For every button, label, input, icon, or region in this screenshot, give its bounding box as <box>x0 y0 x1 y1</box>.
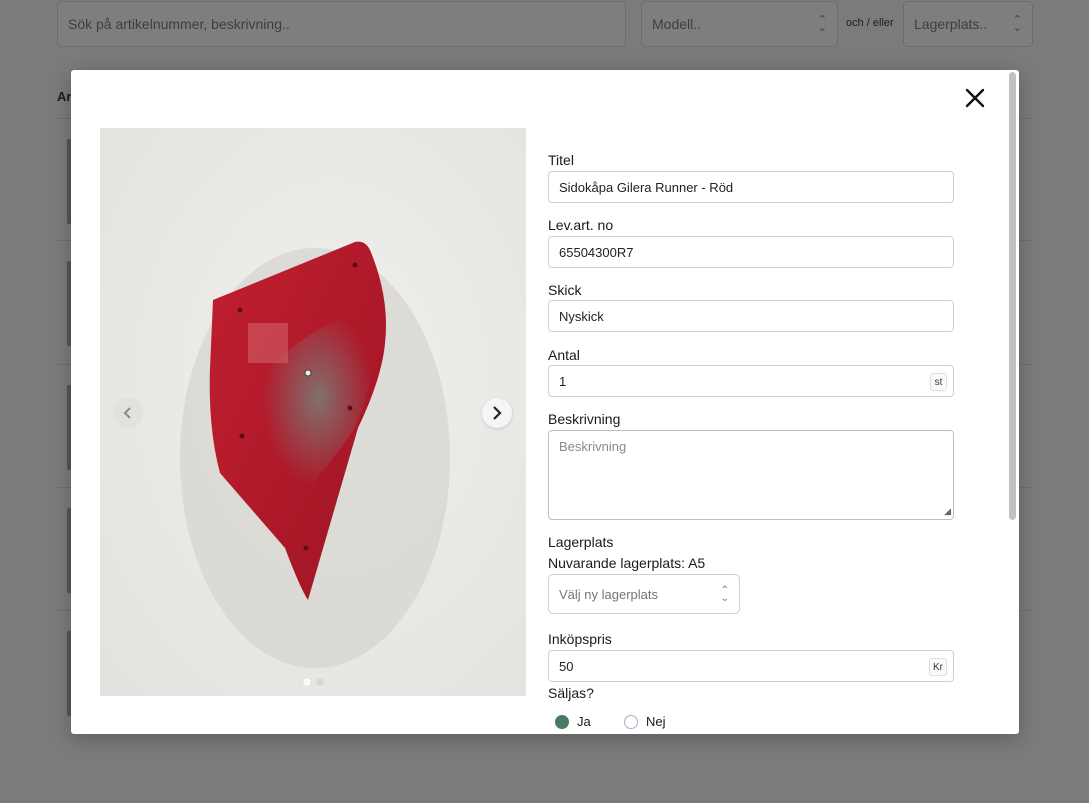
model-select-label: Modell.. <box>652 16 702 32</box>
chevron-right-icon <box>493 406 502 420</box>
condition-value: Nyskick <box>559 308 604 324</box>
quantity-unit: st <box>930 373 947 391</box>
carousel-next-button[interactable] <box>482 398 512 428</box>
quantity-input[interactable]: 1 st <box>548 365 954 397</box>
close-icon <box>965 88 985 108</box>
scrollbar-thumb[interactable] <box>1009 72 1016 520</box>
chevron-left-icon <box>123 407 131 419</box>
quantity-label: Antal <box>548 347 580 363</box>
location-select[interactable]: Lagerplats.. ⌃ ⌄ <box>903 1 1033 47</box>
title-label: Titel <box>548 152 574 168</box>
location-select-label: Lagerplats.. <box>914 16 988 32</box>
modal-scrollbar[interactable] <box>1008 72 1017 732</box>
close-button[interactable] <box>963 86 987 110</box>
for-sale-label: Säljas? <box>548 685 594 701</box>
radio-yes-label: Ja <box>577 714 591 729</box>
supplier-no-label: Lev.art. no <box>548 217 614 233</box>
new-location-placeholder: Välj ny lagerplats <box>559 586 658 602</box>
resize-handle-icon[interactable]: ◢ <box>944 506 951 517</box>
image-carousel[interactable] <box>100 128 526 696</box>
model-select[interactable]: Modell.. ⌃ ⌄ <box>641 1 838 47</box>
product-photo <box>100 128 526 696</box>
radio-yes[interactable] <box>555 714 569 729</box>
title-value: Sidokåpa Gilera Runner - Röd <box>559 179 734 195</box>
description-label: Beskrivning <box>548 411 621 427</box>
chevron-updown-icon: ⌃ ⌄ <box>1012 14 1022 34</box>
location-label: Lagerplats <box>548 534 614 550</box>
article-modal: Titel Sidokåpa Gilera Runner - Röd Lev.a… <box>71 70 1019 734</box>
section-heading: Ar <box>57 89 72 104</box>
currency-badge: Kr <box>929 658 947 676</box>
current-location: Nuvarande lagerplats: A5 <box>548 555 706 571</box>
purchase-price-label: Inköpspris <box>548 631 612 647</box>
carousel-prev-button[interactable] <box>113 398 143 428</box>
supplier-no-input[interactable]: 65504300R7 <box>548 236 954 268</box>
carousel-dot[interactable] <box>315 678 324 686</box>
condition-input[interactable]: Nyskick <box>548 300 954 332</box>
or-label: och / eller <box>846 17 894 29</box>
radio-no-label: Nej <box>646 714 666 729</box>
quantity-value: 1 <box>559 373 567 389</box>
description-placeholder: Beskrivning <box>559 439 627 454</box>
for-sale-no[interactable]: Nej <box>624 714 666 729</box>
purchase-price-input[interactable]: 50 Kr <box>548 650 954 682</box>
description-textarea[interactable]: Beskrivning ◢ <box>548 430 954 520</box>
new-location-select[interactable]: Välj ny lagerplats ⌃ ⌄ <box>548 574 740 614</box>
carousel-dot[interactable] <box>302 678 311 686</box>
for-sale-yes[interactable]: Ja <box>555 714 591 729</box>
title-input[interactable]: Sidokåpa Gilera Runner - Röd <box>548 171 954 203</box>
purchase-price-value: 50 <box>559 658 574 674</box>
background-filter-bar: Sök på artikelnummer, beskrivning.. Mode… <box>0 0 1089 60</box>
radio-no[interactable] <box>624 714 638 729</box>
search-input[interactable]: Sök på artikelnummer, beskrivning.. <box>57 1 626 47</box>
chevron-updown-icon: ⌃ ⌄ <box>720 585 729 604</box>
condition-label: Skick <box>548 282 582 298</box>
carousel-indicators <box>100 678 526 686</box>
chevron-updown-icon: ⌃ ⌄ <box>817 14 827 34</box>
supplier-no-value: 65504300R7 <box>559 244 634 260</box>
